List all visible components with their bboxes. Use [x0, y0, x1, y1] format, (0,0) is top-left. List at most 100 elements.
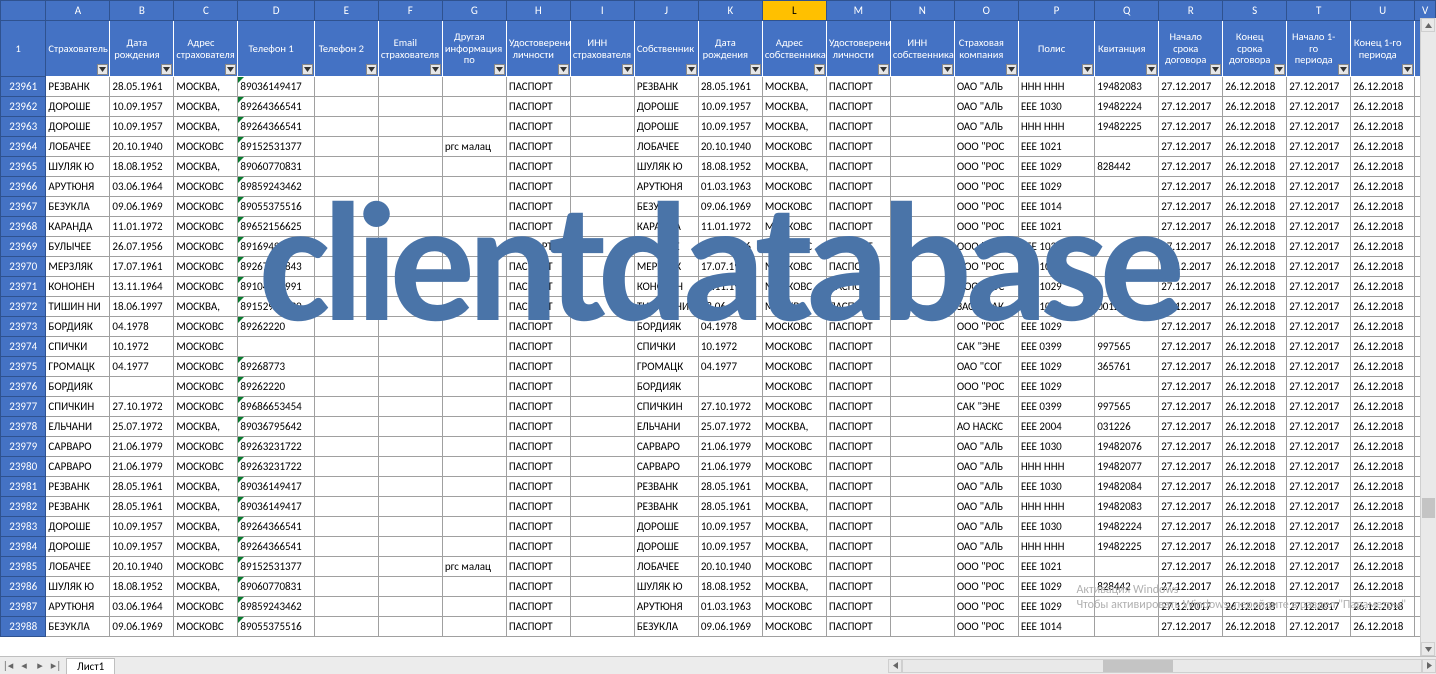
cell[interactable]: ПАСПОРТ — [506, 597, 570, 617]
cell[interactable] — [442, 397, 506, 417]
cell[interactable] — [378, 157, 442, 177]
cell[interactable]: МОСКОВС — [174, 137, 238, 157]
cell[interactable] — [1095, 377, 1159, 397]
cell[interactable] — [442, 257, 506, 277]
column-header-J[interactable]: J — [634, 1, 698, 21]
cell[interactable] — [314, 337, 378, 357]
cell[interactable]: ПАСПОРТ — [826, 317, 890, 337]
cell[interactable]: 26.12.2018 — [1223, 257, 1287, 277]
cell[interactable] — [314, 377, 378, 397]
cell[interactable]: ПАСПОРТ — [506, 237, 570, 257]
cell[interactable]: 27.12.2017 — [1159, 77, 1223, 97]
cell[interactable]: 28.05.1961 — [110, 77, 174, 97]
filter-dropdown-icon[interactable] — [750, 64, 761, 75]
cell[interactable]: ЛОБАЧЕЕ — [46, 137, 110, 157]
cell[interactable]: 89263231722 — [238, 437, 314, 457]
cell[interactable]: 365761 — [1095, 357, 1159, 377]
cell[interactable]: ЕЛЬЧАНИ — [634, 417, 698, 437]
cell[interactable] — [890, 277, 954, 297]
cell[interactable] — [314, 417, 378, 437]
cell[interactable]: 27.12.2017 — [1159, 257, 1223, 277]
cell[interactable]: ПАСПОРТ — [826, 277, 890, 297]
cell[interactable] — [890, 517, 954, 537]
cell[interactable]: 26.12.2018 — [1351, 237, 1415, 257]
cell[interactable]: ОАО "АЛЬ — [954, 97, 1018, 117]
cell[interactable]: ГРОМАЦК — [46, 357, 110, 377]
cell[interactable]: ННН ННН — [1018, 497, 1094, 517]
cell[interactable]: ПАСПОРТ — [506, 197, 570, 217]
header-cell[interactable]: Начало 1-го периода — [1287, 21, 1351, 77]
row-number[interactable]: 23963 — [1, 117, 46, 137]
cell[interactable]: МОСКВА, — [174, 417, 238, 437]
cell[interactable]: 13.11.1964 — [110, 277, 174, 297]
cell[interactable]: КОНОНЕН — [46, 277, 110, 297]
cell[interactable]: 10.09.1957 — [110, 117, 174, 137]
cell[interactable]: 26.12.2018 — [1223, 77, 1287, 97]
cell[interactable]: МОСКОВС — [174, 217, 238, 237]
cell[interactable]: ДОРОШЕ — [634, 117, 698, 137]
cell[interactable]: ПАСПОРТ — [826, 137, 890, 157]
cell[interactable]: 17.07.1961 — [110, 257, 174, 277]
cell[interactable] — [442, 97, 506, 117]
cell[interactable]: МОСКВА, — [762, 157, 826, 177]
column-header-D[interactable]: D — [238, 1, 314, 21]
filter-dropdown-icon[interactable] — [366, 64, 377, 75]
cell[interactable]: ЕЕЕ 0399 — [1018, 397, 1094, 417]
cell[interactable] — [314, 77, 378, 97]
cell[interactable] — [570, 497, 634, 517]
filter-dropdown-icon[interactable] — [97, 64, 108, 75]
cell[interactable]: 27.12.2017 — [1287, 557, 1351, 577]
cell[interactable] — [890, 397, 954, 417]
cell[interactable]: 89268773 — [238, 357, 314, 377]
cell[interactable] — [442, 197, 506, 217]
cell[interactable]: 26.12.2018 — [1351, 537, 1415, 557]
cell[interactable]: ООО "РОС — [954, 157, 1018, 177]
cell[interactable] — [890, 157, 954, 177]
cell[interactable]: 26.12.2018 — [1351, 557, 1415, 577]
cell[interactable]: 27.12.2017 — [1287, 437, 1351, 457]
cell[interactable]: 26.12.2018 — [1351, 317, 1415, 337]
cell[interactable] — [378, 617, 442, 637]
cell[interactable] — [890, 77, 954, 97]
cell[interactable]: ПАСПОРТ — [826, 617, 890, 637]
cell[interactable]: ЕЕЕ 1030 — [1018, 437, 1094, 457]
cell[interactable]: АРУТЮНЯ — [46, 177, 110, 197]
cell[interactable]: САК "ЭНЕ — [954, 337, 1018, 357]
cell[interactable]: ПАСПОРТ — [506, 77, 570, 97]
cell[interactable] — [314, 97, 378, 117]
cell[interactable] — [378, 437, 442, 457]
cell[interactable]: ОАО "АЛЬ — [954, 497, 1018, 517]
cell[interactable]: 26.12.2018 — [1351, 297, 1415, 317]
cell[interactable]: МОСКВА — [762, 297, 826, 317]
cell[interactable]: 27.12.2017 — [1159, 177, 1223, 197]
cell[interactable]: ШУЛЯК Ю — [46, 577, 110, 597]
cell[interactable]: БОРДИЯК — [634, 377, 698, 397]
cell[interactable]: 27.12.2017 — [1287, 457, 1351, 477]
cell[interactable]: ЕЕЕ 1021 — [1018, 557, 1094, 577]
cell[interactable] — [890, 497, 954, 517]
cell[interactable]: 26.12.2018 — [1351, 217, 1415, 237]
cell[interactable]: 09.06.1969 — [698, 197, 762, 217]
cell[interactable]: ООО "РОС — [954, 237, 1018, 257]
cell[interactable]: 27.12.2017 — [1159, 137, 1223, 157]
cell[interactable]: МЕРЗЛЯК — [46, 257, 110, 277]
cell[interactable]: 11.01.1972 — [698, 217, 762, 237]
cell[interactable]: 26.12.2018 — [1223, 277, 1287, 297]
header-cell[interactable]: Телефон 2 — [314, 21, 378, 77]
cell[interactable] — [442, 77, 506, 97]
cell[interactable] — [378, 417, 442, 437]
cell[interactable] — [442, 297, 506, 317]
cell[interactable]: 27.12.2017 — [1159, 457, 1223, 477]
cell[interactable]: 26.12.2018 — [1351, 77, 1415, 97]
cell[interactable]: ООО "РОС — [954, 577, 1018, 597]
cell[interactable] — [442, 177, 506, 197]
cell[interactable]: 26.12.2018 — [1351, 517, 1415, 537]
cell[interactable]: 10.09.1957 — [698, 97, 762, 117]
cell[interactable]: ОАО "АЛЬ — [954, 477, 1018, 497]
cell[interactable]: МОСКОВС — [762, 237, 826, 257]
cell[interactable]: 26.12.2018 — [1223, 377, 1287, 397]
cell[interactable] — [378, 317, 442, 337]
cell[interactable] — [378, 377, 442, 397]
cell[interactable]: 04.1977 — [698, 357, 762, 377]
cell[interactable] — [442, 157, 506, 177]
